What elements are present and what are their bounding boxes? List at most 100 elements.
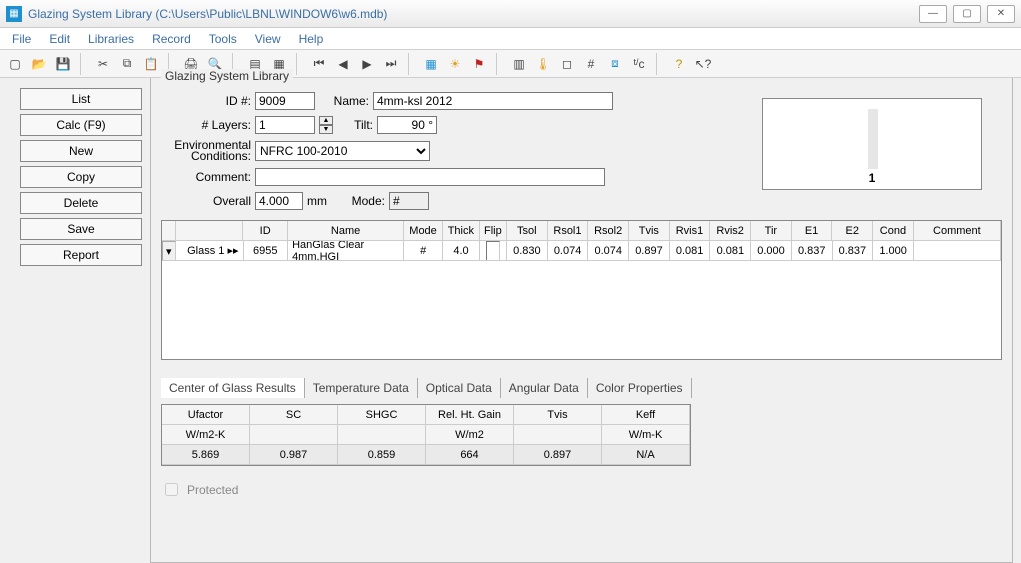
last-record-icon[interactable]: ⏭: [380, 53, 402, 75]
result-header: [338, 425, 426, 445]
first-record-icon[interactable]: ⏮: [308, 53, 330, 75]
comment-label: Comment:: [161, 170, 251, 184]
result-header: SC: [250, 405, 338, 425]
app-icon: ▦: [6, 6, 22, 22]
grid-cell: 0.074: [548, 241, 589, 261]
temp-icon[interactable]: 🌡: [532, 53, 554, 75]
close-button[interactable]: ✕: [987, 5, 1015, 23]
grid-header-cell: Mode: [404, 221, 443, 241]
overall-field[interactable]: [255, 192, 303, 210]
result-header: [514, 425, 602, 445]
next-record-icon[interactable]: ▶: [356, 53, 378, 75]
menu-libraries[interactable]: Libraries: [80, 30, 142, 48]
layers-field[interactable]: [255, 116, 315, 134]
comment-field[interactable]: [255, 168, 605, 186]
menu-record[interactable]: Record: [144, 30, 199, 48]
frame-icon[interactable]: ◻: [556, 53, 578, 75]
copy-icon[interactable]: ⧉: [116, 53, 138, 75]
layers-grid: IDNameModeThickFlipTsolRsol1Rsol2TvisRvi…: [161, 220, 1002, 360]
grid-header-cell: [162, 221, 176, 241]
tab-color[interactable]: Color Properties: [588, 378, 692, 398]
window-title: Glazing System Library (C:\Users\Public\…: [28, 7, 919, 21]
protected-label: Protected: [187, 483, 238, 497]
report-button[interactable]: Report: [20, 244, 142, 266]
grid-header-cell: Tvis: [629, 221, 670, 241]
copy-button[interactable]: Copy: [20, 166, 142, 188]
context-help-icon[interactable]: ↖?: [692, 53, 714, 75]
divider-icon[interactable]: #: [580, 53, 602, 75]
pin-icon[interactable]: ⚑: [468, 53, 490, 75]
mode-field: [389, 192, 429, 210]
grid-cell: 0.000: [751, 241, 792, 261]
id-field[interactable]: [255, 92, 315, 110]
row-selector[interactable]: ▾: [162, 241, 176, 261]
layer-number: 1: [869, 171, 876, 185]
grid-cell: 0.081: [670, 241, 711, 261]
grid-header-cell: Rsol1: [548, 221, 589, 241]
toolbar: ▢ 📂 💾 ✂ ⧉ 📋 🖨 🔍 ▤ ▦ ⏮ ◀ ▶ ⏭ ▦ ☀ ⚑ ▥ 🌡 ◻ …: [0, 50, 1021, 78]
grid-icon[interactable]: ▦: [420, 53, 442, 75]
grid-cell: 1.000: [873, 241, 914, 261]
tab-angular[interactable]: Angular Data: [501, 378, 588, 398]
paste-icon[interactable]: 📋: [140, 53, 162, 75]
grid-cell: #: [404, 241, 443, 261]
result-header: Keff: [602, 405, 690, 425]
protected-checkbox: [165, 483, 178, 496]
result-value: N/A: [602, 445, 690, 465]
grid-header-cell: Flip: [480, 221, 507, 241]
results-tabs: Center of Glass Results Temperature Data…: [161, 378, 1002, 398]
result-value: 0.859: [338, 445, 426, 465]
grid-cell: 0.074: [588, 241, 629, 261]
result-header: W/m2-K: [162, 425, 250, 445]
grid-header-cell: Comment: [914, 221, 1001, 241]
grid-cell: 0.081: [710, 241, 751, 261]
glazing-system-group: Glazing System Library ID #: Name: # Lay…: [150, 78, 1013, 563]
overall-label: Overall: [161, 194, 251, 208]
tab-optical[interactable]: Optical Data: [418, 378, 501, 398]
menu-help[interactable]: Help: [291, 30, 332, 48]
results-table: UfactorSCSHGCRel. Ht. GainTvisKeff W/m2-…: [161, 404, 691, 466]
glass-icon[interactable]: ▥: [508, 53, 530, 75]
light-icon[interactable]: ☀: [444, 53, 466, 75]
result-value: 0.987: [250, 445, 338, 465]
menu-view[interactable]: View: [247, 30, 289, 48]
grid-cell[interactable]: Glass 1 ▸▸: [176, 241, 244, 261]
delete-button[interactable]: Delete: [20, 192, 142, 214]
name-field[interactable]: [373, 92, 613, 110]
minimize-button[interactable]: —: [919, 5, 947, 23]
layers-spinner[interactable]: ▲▼: [319, 116, 333, 134]
tilt-field[interactable]: [377, 116, 437, 134]
grid-header-cell: Cond: [873, 221, 914, 241]
list-button[interactable]: List: [20, 88, 142, 110]
maximize-button[interactable]: ▢: [953, 5, 981, 23]
grid-header-cell: Rsol2: [588, 221, 629, 241]
save-button[interactable]: Save: [20, 218, 142, 240]
new-button[interactable]: New: [20, 140, 142, 162]
flip-checkbox[interactable]: [486, 241, 500, 261]
therm-icon[interactable]: ⧈: [604, 53, 626, 75]
env-select[interactable]: NFRC 100-2010: [255, 141, 430, 161]
tc-icon[interactable]: t/c: [628, 53, 650, 75]
cut-icon[interactable]: ✂: [92, 53, 114, 75]
grid-cell[interactable]: HanGlas Clear 4mm.HGI: [288, 241, 404, 261]
grid-cell: 6955: [244, 241, 289, 261]
result-header: [250, 425, 338, 445]
result-header: Ufactor: [162, 405, 250, 425]
save-icon[interactable]: 💾: [52, 53, 74, 75]
prev-record-icon[interactable]: ◀: [332, 53, 354, 75]
grid-header-cell: Rvis2: [710, 221, 751, 241]
layer-preview: 1: [762, 98, 982, 190]
menu-tools[interactable]: Tools: [201, 30, 245, 48]
tab-center-glass[interactable]: Center of Glass Results: [161, 378, 305, 398]
new-file-icon[interactable]: ▢: [4, 53, 26, 75]
layers-label: # Layers:: [161, 118, 251, 132]
grid-header-cell: [176, 221, 244, 241]
open-icon[interactable]: 📂: [28, 53, 50, 75]
sidebar: List Calc (F9) New Copy Delete Save Repo…: [0, 78, 150, 563]
menu-edit[interactable]: Edit: [41, 30, 78, 48]
menu-file[interactable]: File: [4, 30, 39, 48]
help-icon[interactable]: ?: [668, 53, 690, 75]
tab-temperature[interactable]: Temperature Data: [305, 378, 418, 398]
grid-cell: 4.0: [443, 241, 480, 261]
calc-button[interactable]: Calc (F9): [20, 114, 142, 136]
